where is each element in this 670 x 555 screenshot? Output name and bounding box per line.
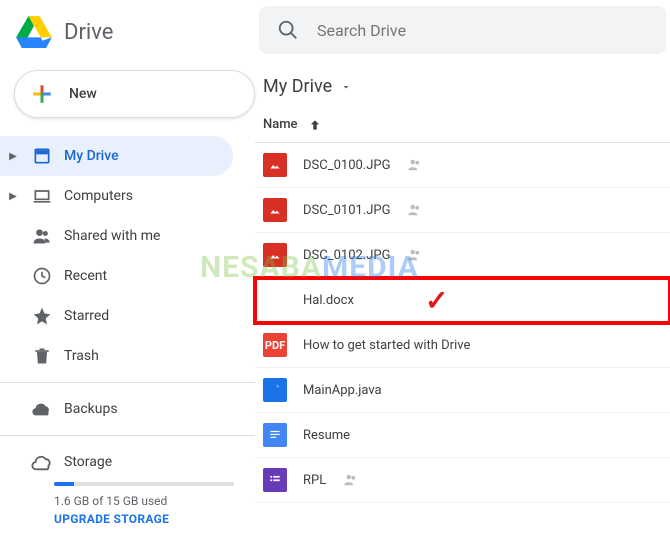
- upgrade-storage-link[interactable]: UPGRADE STORAGE: [54, 512, 235, 526]
- image-file-icon: [263, 243, 287, 267]
- new-button-label: New: [69, 86, 97, 102]
- logo-row: Drive: [0, 6, 255, 62]
- search-icon: [277, 19, 299, 41]
- chevron-right-icon[interactable]: ▶: [6, 151, 20, 162]
- sidebar-item-starred[interactable]: Starred: [0, 296, 233, 336]
- storage-bar: [54, 482, 234, 486]
- chevron-right-icon[interactable]: ▶: [6, 191, 20, 202]
- nav-list: ▶ My Drive ▶ Computers Shared with me Re…: [0, 136, 255, 376]
- file-row[interactable]: RPL: [255, 458, 670, 503]
- sidebar-item-recent[interactable]: Recent: [0, 256, 233, 296]
- sidebar-item-trash[interactable]: Trash: [0, 336, 233, 376]
- sidebar-item-computers[interactable]: ▶ Computers: [0, 176, 233, 216]
- file-row[interactable]: PDF How to get started with Drive: [255, 323, 670, 368]
- plus-icon: [29, 81, 55, 107]
- backups-icon: [30, 397, 54, 421]
- sidebar-item-label: Recent: [64, 268, 107, 284]
- image-file-icon: [263, 153, 287, 177]
- form-file-icon: [263, 468, 287, 492]
- word-file-icon: W: [263, 288, 287, 312]
- checkmark-annotation-icon: ✓: [425, 284, 448, 317]
- column-header-name[interactable]: Name: [255, 109, 670, 143]
- image-file-icon: [263, 198, 287, 222]
- file-row[interactable]: DSC_0101.JPG: [255, 188, 670, 233]
- my-drive-icon: [30, 144, 54, 168]
- recent-icon: [30, 264, 54, 288]
- storage-used-text: 1.6 GB of 15 GB used: [54, 494, 235, 508]
- file-name: How to get started with Drive: [303, 338, 470, 353]
- shared-icon: [406, 156, 424, 174]
- file-list: DSC_0100.JPG DSC_0101.JPG DSC_0102.JPG W…: [255, 143, 670, 503]
- sort-arrow-up-icon[interactable]: [308, 118, 322, 132]
- file-name: Hal.docx: [303, 293, 354, 308]
- search-input[interactable]: [317, 21, 648, 40]
- file-name: RPL: [303, 473, 326, 488]
- file-row[interactable]: MainApp.java: [255, 368, 670, 413]
- app-name: Drive: [64, 20, 113, 45]
- file-name: MainApp.java: [303, 383, 382, 398]
- computers-icon: [30, 184, 54, 208]
- file-name: DSC_0102.JPG: [303, 248, 390, 263]
- trash-icon: [30, 344, 54, 368]
- main-content: My Drive Name DSC_0100.JPG DSC_0101.JPG …: [255, 0, 670, 555]
- file-row[interactable]: W Hal.docx ✓: [255, 278, 670, 323]
- sidebar-item-label: Shared with me: [64, 228, 160, 244]
- storage-block: 1.6 GB of 15 GB used UPGRADE STORAGE: [0, 482, 255, 536]
- file-name: Resume: [303, 428, 350, 443]
- sidebar-item-storage[interactable]: Storage: [0, 442, 233, 482]
- divider: [0, 382, 255, 383]
- column-header-label: Name: [263, 117, 298, 132]
- divider: [0, 435, 255, 436]
- search-bar[interactable]: [259, 6, 666, 54]
- sidebar-item-backups[interactable]: Backups: [0, 389, 233, 429]
- sidebar-item-label: Backups: [64, 401, 118, 417]
- cloud-icon: [30, 450, 54, 474]
- file-row[interactable]: DSC_0100.JPG: [255, 143, 670, 188]
- file-row[interactable]: DSC_0102.JPG: [255, 233, 670, 278]
- file-name: DSC_0101.JPG: [303, 203, 390, 218]
- storage-title: Storage: [64, 454, 112, 470]
- sidebar-item-shared[interactable]: Shared with me: [0, 216, 233, 256]
- sidebar-item-label: My Drive: [64, 148, 119, 164]
- storage-bar-fill: [54, 482, 74, 486]
- doc-file-icon: [263, 423, 287, 447]
- drive-logo-icon: [16, 16, 52, 48]
- shared-icon: [406, 201, 424, 219]
- sidebar-item-label: Computers: [64, 188, 133, 204]
- new-button[interactable]: New: [14, 70, 255, 118]
- star-icon: [30, 304, 54, 328]
- shared-icon: [30, 224, 54, 248]
- sidebar: Drive New ▶ My Drive ▶ Computers Shared …: [0, 0, 255, 555]
- code-file-icon: [263, 378, 287, 402]
- file-row[interactable]: Resume: [255, 413, 670, 458]
- breadcrumb-title: My Drive: [263, 76, 332, 97]
- pdf-file-icon: PDF: [263, 333, 287, 357]
- sidebar-item-my-drive[interactable]: ▶ My Drive: [0, 136, 233, 176]
- shared-icon: [406, 246, 424, 264]
- sidebar-item-label: Trash: [64, 348, 99, 364]
- dropdown-caret-icon[interactable]: [340, 81, 352, 93]
- file-name: DSC_0100.JPG: [303, 158, 390, 173]
- sidebar-item-label: Starred: [64, 308, 109, 324]
- shared-icon: [342, 471, 360, 489]
- breadcrumb[interactable]: My Drive: [255, 54, 670, 109]
